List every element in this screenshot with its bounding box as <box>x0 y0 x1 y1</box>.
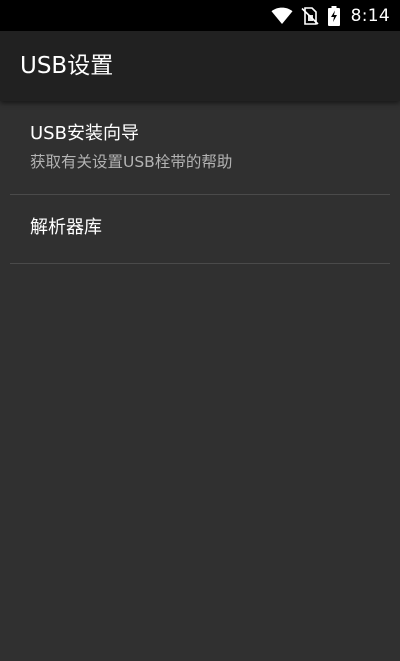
no-sim-icon <box>301 6 319 25</box>
preference-usb-setup-wizard[interactable]: USB安装向导 获取有关设置USB栓带的帮助 <box>0 101 400 194</box>
preference-parser-library[interactable]: 解析器库 <box>0 194 400 263</box>
status-bar: 8:14 <box>0 0 400 31</box>
page-title: USB设置 <box>20 53 114 79</box>
app-bar: USB设置 <box>0 31 400 101</box>
divider <box>10 263 390 264</box>
preference-title: 解析器库 <box>30 217 102 238</box>
preference-title: USB安装向导 <box>30 123 139 144</box>
status-icons: 8:14 <box>271 0 390 31</box>
wifi-icon <box>271 7 293 24</box>
battery-charging-icon <box>327 5 340 26</box>
status-time: 8:14 <box>350 5 390 26</box>
preference-list: USB安装向导 获取有关设置USB栓带的帮助 解析器库 <box>0 101 400 264</box>
preference-summary: 获取有关设置USB栓带的帮助 <box>30 153 233 171</box>
